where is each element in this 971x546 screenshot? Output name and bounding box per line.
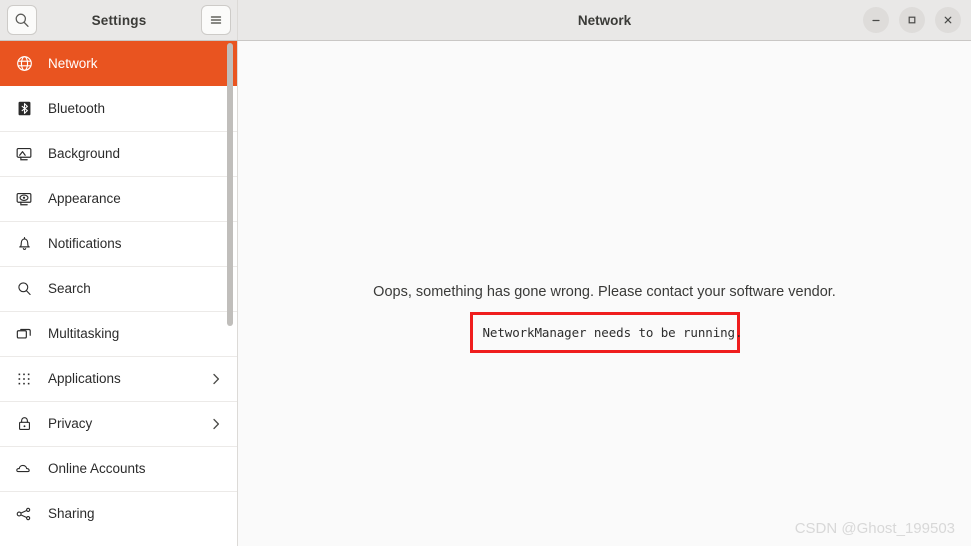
bell-icon <box>13 233 35 255</box>
sidebar-item-bluetooth[interactable]: Bluetooth <box>0 86 237 131</box>
sidebar-item-search[interactable]: Search <box>0 266 237 311</box>
error-message: Oops, something has gone wrong. Please c… <box>373 284 836 300</box>
window-body: Network Bluetooth Background Appearance … <box>0 41 971 546</box>
sidebar-item-privacy[interactable]: Privacy <box>0 401 237 446</box>
minimize-button[interactable] <box>863 7 889 33</box>
sidebar-item-label: Sharing <box>48 505 95 521</box>
grid-dots-icon <box>13 368 35 390</box>
sidebar-scrollbar-thumb[interactable] <box>227 43 233 326</box>
sidebar-item-sharing[interactable]: Sharing <box>0 491 237 536</box>
minimize-icon <box>870 14 882 26</box>
sidebar-item-applications[interactable]: Applications <box>0 356 237 401</box>
search-button[interactable] <box>7 5 37 35</box>
maximize-icon <box>906 14 918 26</box>
cloud-icon <box>13 458 35 480</box>
share-nodes-icon <box>13 503 35 525</box>
sidebar-item-label: Multitasking <box>48 325 120 341</box>
settings-sidebar: Network Bluetooth Background Appearance … <box>0 41 238 546</box>
search-icon <box>14 12 30 28</box>
chevron-right-icon <box>209 370 223 388</box>
sidebar-scrollbar-track[interactable] <box>227 43 235 544</box>
title-bar: Settings Network <box>0 0 971 41</box>
sidebar-item-label: Bluetooth <box>48 100 106 116</box>
appearance-icon <box>13 188 35 210</box>
sidebar-item-label: Notifications <box>48 235 122 251</box>
monitor-icon <box>13 143 35 165</box>
close-icon <box>942 14 954 26</box>
sidebar-item-label: Privacy <box>48 415 93 431</box>
sidebar-item-appearance[interactable]: Appearance <box>0 176 237 221</box>
sidebar-item-online-accounts[interactable]: Online Accounts <box>0 446 237 491</box>
maximize-button[interactable] <box>899 7 925 33</box>
error-detail-text: NetworkManager needs to be running. <box>482 324 743 340</box>
error-detail-box: NetworkManager needs to be running. <box>469 312 743 353</box>
sidebar-item-background[interactable]: Background <box>0 131 237 176</box>
page-title: Network <box>577 12 632 28</box>
sidebar-item-label: Search <box>48 280 91 296</box>
hamburger-menu-icon <box>208 12 224 28</box>
sidebar-item-network[interactable]: Network <box>0 41 237 86</box>
watermark: CSDN @Ghost_199503 <box>794 520 955 537</box>
window-controls <box>863 7 961 33</box>
sidebar-header: Settings <box>0 0 238 40</box>
sidebar-item-label: Network <box>48 55 98 71</box>
chevron-right-icon <box>209 415 223 433</box>
sidebar-item-label: Background <box>48 145 121 161</box>
settings-window: Settings Network Network Bluetooth Backg… <box>0 0 971 546</box>
windows-icon <box>13 323 35 345</box>
bluetooth-icon <box>13 98 35 120</box>
sidebar-item-label: Appearance <box>48 190 121 206</box>
close-button[interactable] <box>935 7 961 33</box>
network-panel: Oops, something has gone wrong. Please c… <box>238 41 971 546</box>
main-menu-button[interactable] <box>201 5 231 35</box>
sidebar-item-multitasking[interactable]: Multitasking <box>0 311 237 356</box>
sidebar-item-notifications[interactable]: Notifications <box>0 221 237 266</box>
window-header: Network <box>238 0 971 40</box>
search-icon <box>13 278 35 300</box>
sidebar-item-label: Online Accounts <box>48 460 146 476</box>
lock-icon <box>13 413 35 435</box>
app-title: Settings <box>91 12 147 28</box>
globe-icon <box>13 53 35 75</box>
sidebar-item-label: Applications <box>48 370 121 386</box>
